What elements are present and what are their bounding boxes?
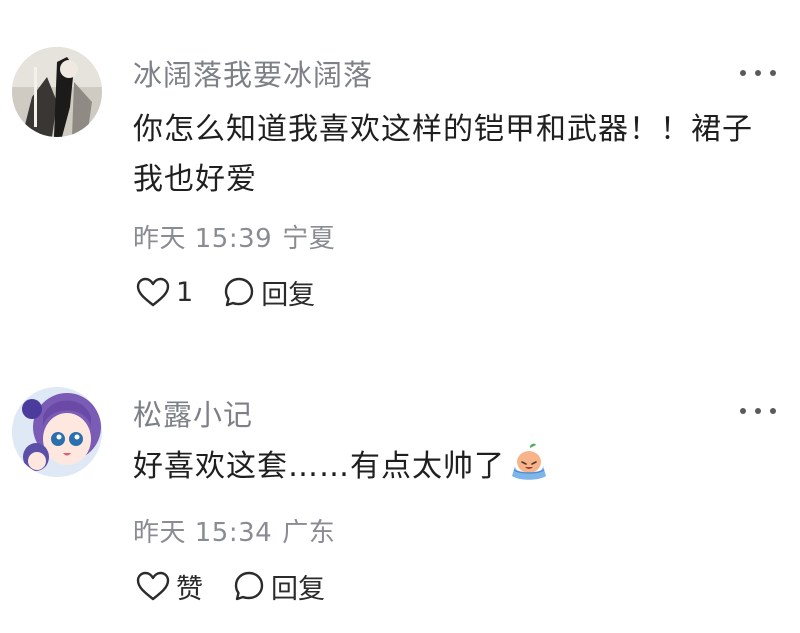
comment-actions: 1 回复 [136, 272, 315, 312]
like-label: 赞 [176, 573, 203, 605]
username[interactable]: 冰阔落我要冰阔落 [133, 52, 373, 94]
reply-button[interactable]: 回复 [233, 567, 325, 606]
more-options-icon[interactable] [740, 406, 776, 416]
timestamp: 昨天 15:39 [133, 224, 273, 254]
avatar[interactable] [12, 47, 102, 137]
comment-text: 你怎么知道我喜欢这样的铠甲和武器！！裙子我也好爱 [133, 112, 753, 197]
laughing-crying-emoji-icon [512, 443, 546, 480]
comment-meta: 昨天 15:34 广东 [133, 512, 335, 549]
avatar[interactable] [12, 387, 102, 477]
more-options-icon[interactable] [740, 68, 776, 78]
avatar-grayscale-photo-icon [12, 47, 102, 137]
avatar-anime-purple-hair-icon [12, 387, 102, 477]
location: 宁夏 [282, 224, 336, 254]
chat-bubble-icon [234, 571, 264, 601]
reply-button[interactable]: 回复 [223, 273, 315, 312]
comment-actions: 赞 回复 [136, 566, 325, 606]
username[interactable]: 松露小记 [133, 392, 253, 434]
comment-text: 好喜欢这套……有点太帅了 [133, 442, 773, 492]
like-count: 1 [176, 276, 194, 308]
heart-icon [136, 571, 170, 601]
like-button[interactable]: 赞 [136, 567, 203, 606]
comment-text-content: 好喜欢这套……有点太帅了 [133, 449, 505, 484]
reply-label: 回复 [261, 279, 316, 311]
reply-label: 回复 [271, 573, 325, 605]
location: 广东 [282, 518, 336, 548]
chat-bubble-icon [224, 277, 254, 307]
heart-icon [136, 277, 170, 307]
like-button[interactable]: 1 [136, 277, 193, 308]
comment-meta: 昨天 15:39 宁夏 [133, 218, 335, 255]
timestamp: 昨天 15:34 [133, 518, 273, 548]
